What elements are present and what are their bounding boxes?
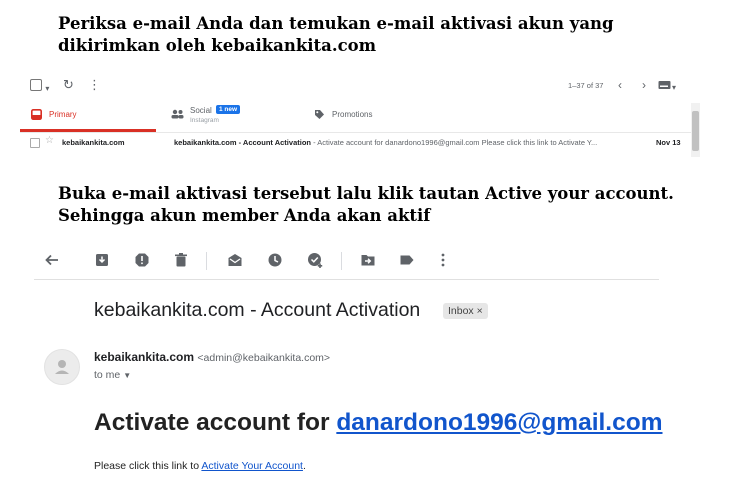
inbox-label-chip[interactable]: Inbox × [443,303,488,319]
person-icon [55,360,69,374]
archive-icon[interactable] [94,252,110,268]
tab-promotions[interactable]: Promotions [312,101,462,131]
select-all-checkbox[interactable]: ▾ [30,79,49,94]
mark-unread-icon[interactable] [227,252,243,268]
row-subject-line: kebaikankita.com - Account Activation - … [174,138,644,147]
add-to-tasks-icon[interactable] [307,252,323,268]
newer-page-icon[interactable]: ‹ [618,78,622,92]
gmail-inbox-screenshot: ▾ ↻ ⋮ 1–37 of 37 ‹ › ▾ Primary Social 1 … [20,73,700,157]
recipient-email-link[interactable]: danardono1996@gmail.com [336,409,662,436]
row-checkbox[interactable] [30,138,40,148]
avatar [44,349,80,385]
pagination-text: 1–37 of 37 [568,81,604,90]
checkbox-icon [30,79,42,91]
instruction-step-2: Buka e-mail aktivasi tersebut lalu klik … [58,184,674,225]
refresh-icon[interactable]: ↻ [63,77,74,93]
category-tabs: Primary Social 1 new Instagram Promotion… [20,101,692,133]
scrollbar-thumb[interactable] [692,111,699,151]
chevron-down-icon: ▼ [123,371,132,380]
row-sender: kebaikankita.com [62,138,125,147]
email-toolbar [34,243,659,280]
body-text: Please click this link to Activate Your … [94,460,306,472]
sender-line: kebaikankita.com <admin@kebaikankita.com… [94,350,330,364]
activate-account-link[interactable]: Activate Your Account [201,460,303,472]
sender-email: <admin@kebaikankita.com> [197,352,331,364]
remove-label-icon[interactable]: × [477,305,483,317]
tab-primary[interactable]: Primary [20,101,156,132]
tag-icon [315,110,324,119]
inbox-label-text: Inbox [448,305,474,317]
delete-icon[interactable] [173,252,189,268]
row-date: Nov 13 [656,138,681,147]
report-spam-icon[interactable] [134,252,150,268]
input-tools-button[interactable]: ▾ [658,79,676,93]
row-subject: kebaikankita.com - Account Activation [174,138,311,147]
snooze-icon[interactable] [267,252,283,268]
star-icon[interactable]: ☆ [45,135,54,146]
body-prefix: Please click this link to [94,460,202,472]
more-vert-icon[interactable]: ⋮ [88,77,101,93]
older-page-icon[interactable]: › [642,78,646,92]
sender-name: kebaikankita.com [94,350,195,364]
new-badge: 1 new [216,105,241,114]
toolbar-divider [341,252,342,270]
people-icon [171,109,184,119]
move-to-icon[interactable] [360,252,376,268]
tab-primary-label: Primary [49,110,77,119]
tab-social-sublabel: Instagram [190,117,219,124]
recipient-dropdown[interactable]: to me ▼ [94,369,131,381]
back-arrow-icon[interactable] [44,252,60,268]
email-list-row[interactable]: ☆ kebaikankita.com kebaikankita.com - Ac… [20,133,692,153]
row-snippet: - Activate account for danardono1996@gma… [310,138,598,147]
chevron-down-icon: ▾ [45,84,50,93]
more-vert-icon[interactable] [435,252,451,268]
activation-headline: Activate account for danardono1996@gmail… [94,409,663,437]
recipient-text: to me [94,369,121,381]
tab-promotions-label: Promotions [332,110,373,119]
email-subject: kebaikankita.com - Account Activation [94,299,421,321]
keyboard-icon [658,81,671,89]
label-icon[interactable] [399,252,415,268]
tab-social-label: Social [190,106,212,115]
inbox-icon [31,109,42,120]
instruction-step-1: Periksa e-mail Anda dan temukan e-mail a… [58,14,614,55]
headline-prefix: Activate account for [94,409,337,436]
tab-social[interactable]: Social 1 new Instagram [168,101,318,131]
toolbar-divider [206,252,207,270]
body-suffix: . [302,460,306,472]
